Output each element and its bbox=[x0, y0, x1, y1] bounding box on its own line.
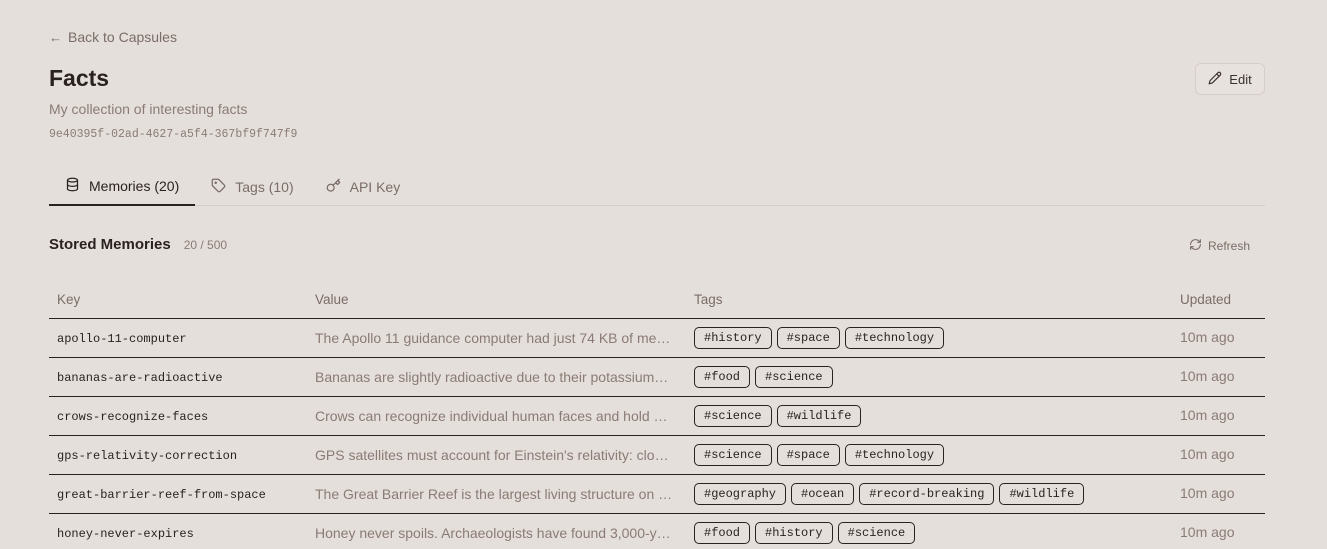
memory-key: gps-relativity-correction bbox=[57, 449, 238, 463]
updated-cell: 10m ago bbox=[1180, 407, 1265, 425]
updated-time: 10m ago bbox=[1180, 368, 1235, 384]
value-cell: The Great Barrier Reef is the largest li… bbox=[315, 486, 694, 502]
tag-chip[interactable]: #ocean bbox=[791, 483, 855, 505]
capsule-description: My collection of interesting facts bbox=[49, 101, 248, 117]
updated-cell: 10m ago bbox=[1180, 524, 1265, 542]
memory-value: The Great Barrier Reef is the largest li… bbox=[315, 486, 673, 502]
tag-chip[interactable]: #science bbox=[755, 366, 833, 388]
memory-count: 20 / 500 bbox=[183, 238, 228, 252]
key-cell: crows-recognize-faces bbox=[49, 407, 315, 425]
key-cell: bananas-are-radioactive bbox=[49, 368, 315, 386]
key-cell: apollo-11-computer bbox=[49, 329, 315, 347]
tag-chip[interactable]: #technology bbox=[844, 327, 945, 349]
memory-value: The Apollo 11 guidance computer had just… bbox=[315, 330, 671, 346]
value-cell: Bananas are slightly radioactive due to … bbox=[315, 369, 694, 385]
memory-key: bananas-are-radioactive bbox=[57, 371, 223, 385]
tag-chip[interactable]: #wildlife bbox=[999, 483, 1085, 505]
tag-chip[interactable]: #space bbox=[776, 444, 840, 466]
column-header-value[interactable]: Value bbox=[315, 292, 694, 307]
tag-chip[interactable]: #food bbox=[694, 522, 751, 544]
updated-time: 10m ago bbox=[1180, 407, 1235, 423]
value-cell: Crows can recognize individual human fac… bbox=[315, 408, 694, 424]
back-to-capsules-link[interactable]: ← Back to Capsules bbox=[49, 29, 177, 45]
page-title: Facts bbox=[49, 65, 110, 91]
memory-value: Bananas are slightly radioactive due to … bbox=[315, 369, 669, 385]
updated-cell: 10m ago bbox=[1180, 485, 1265, 503]
pencil-icon bbox=[1208, 71, 1222, 88]
memory-key: apollo-11-computer bbox=[57, 332, 187, 346]
memories-table: Key Value Tags Updated apollo-11-compute… bbox=[49, 280, 1265, 549]
table-row[interactable]: honey-never-expires Honey never spoils. A… bbox=[49, 514, 1265, 549]
refresh-button[interactable]: Refresh bbox=[1189, 238, 1250, 254]
capsule-id: 9e40395f-02ad-4627-a5f4-367bf9f747f9 bbox=[49, 128, 298, 141]
key-icon bbox=[326, 178, 341, 196]
table-row[interactable]: gps-relativity-correction GPS satellites … bbox=[49, 436, 1265, 475]
tags-cell: #science #wildlife bbox=[694, 405, 1180, 427]
tag-chip[interactable]: #history bbox=[694, 327, 772, 349]
tab-memories[interactable]: Memories (20) bbox=[49, 168, 196, 206]
updated-time: 10m ago bbox=[1180, 485, 1235, 501]
tag-chip[interactable]: #wildlife bbox=[776, 405, 862, 427]
arrow-left-icon: ← bbox=[49, 29, 62, 45]
edit-label: Edit bbox=[1229, 71, 1252, 87]
refresh-icon bbox=[1189, 238, 1202, 254]
edit-button[interactable]: Edit bbox=[1195, 63, 1265, 95]
memory-key: honey-never-expires bbox=[57, 527, 194, 541]
tags-cell: #food #history #science bbox=[694, 522, 1180, 544]
refresh-label: Refresh bbox=[1208, 239, 1251, 253]
column-header-tags[interactable]: Tags bbox=[694, 292, 1180, 307]
table-body: apollo-11-computer The Apollo 11 guidance… bbox=[49, 319, 1265, 549]
back-label: Back to Capsules bbox=[68, 29, 177, 45]
tag-chip[interactable]: #science bbox=[694, 405, 772, 427]
tag-chip[interactable]: #food bbox=[694, 366, 751, 388]
memory-value: Honey never spoils. Archaeologists have … bbox=[315, 525, 671, 541]
tag-chip[interactable]: #science bbox=[694, 444, 772, 466]
updated-cell: 10m ago bbox=[1180, 446, 1265, 464]
memory-key: great-barrier-reef-from-space bbox=[57, 488, 266, 502]
updated-time: 10m ago bbox=[1180, 524, 1235, 540]
tag-chip[interactable]: #science bbox=[837, 522, 916, 544]
tab-label: Memories (20) bbox=[89, 178, 180, 194]
tags-cell: #science #space #technology bbox=[694, 444, 1180, 466]
tab-bar: Memories (20) Tags (10) API Key bbox=[49, 168, 1265, 206]
tab-label: Tags (10) bbox=[235, 178, 294, 195]
tab-label: API Key bbox=[349, 178, 401, 195]
tab-tags[interactable]: Tags (10) bbox=[195, 168, 309, 205]
tag-chip[interactable]: #geography bbox=[694, 483, 787, 505]
value-cell: The Apollo 11 guidance computer had just… bbox=[315, 330, 694, 346]
tag-chip[interactable]: #history bbox=[755, 522, 833, 544]
column-header-updated[interactable]: Updated bbox=[1180, 292, 1265, 307]
tags-cell: #food #science bbox=[694, 366, 1180, 388]
updated-time: 10m ago bbox=[1180, 446, 1235, 462]
updated-cell: 10m ago bbox=[1180, 368, 1265, 386]
updated-time: 10m ago bbox=[1180, 329, 1235, 345]
value-cell: GPS satellites must account for Einstein… bbox=[315, 447, 694, 463]
memory-value: GPS satellites must account for Einstein… bbox=[315, 447, 669, 463]
tag-chip[interactable]: #technology bbox=[844, 444, 945, 466]
key-cell: honey-never-expires bbox=[49, 524, 315, 542]
section-header: Stored Memories 20 / 500 bbox=[49, 236, 227, 253]
database-icon bbox=[65, 177, 80, 195]
table-row[interactable]: crows-recognize-faces Crows can recognize… bbox=[49, 397, 1265, 436]
tag-chip[interactable]: #space bbox=[776, 327, 840, 349]
tab-api-key[interactable]: API Key bbox=[310, 168, 417, 205]
value-cell: Honey never spoils. Archaeologists have … bbox=[315, 525, 694, 541]
column-header-key[interactable]: Key bbox=[49, 292, 315, 307]
section-title: Stored Memories bbox=[49, 236, 171, 253]
key-cell: gps-relativity-correction bbox=[49, 446, 315, 464]
key-cell: great-barrier-reef-from-space bbox=[49, 485, 315, 503]
capsule-page: ← Back to Capsules Facts My collection o… bbox=[0, 0, 1327, 549]
table-row[interactable]: great-barrier-reef-from-space The Great B… bbox=[49, 475, 1265, 514]
tag-chip[interactable]: #record-breaking bbox=[859, 483, 995, 505]
table-header: Key Value Tags Updated bbox=[49, 280, 1265, 319]
table-row[interactable]: bananas-are-radioactive Bananas are sligh… bbox=[49, 358, 1265, 397]
memory-key: crows-recognize-faces bbox=[57, 410, 209, 424]
tags-cell: #geography #ocean #record-breaking #wildlif… bbox=[694, 483, 1180, 505]
tags-cell: #history #space #technology bbox=[694, 327, 1180, 349]
table-row[interactable]: apollo-11-computer The Apollo 11 guidance… bbox=[49, 319, 1265, 358]
tag-icon bbox=[211, 178, 226, 196]
updated-cell: 10m ago bbox=[1180, 329, 1265, 347]
memory-value: Crows can recognize individual human fac… bbox=[315, 408, 668, 424]
